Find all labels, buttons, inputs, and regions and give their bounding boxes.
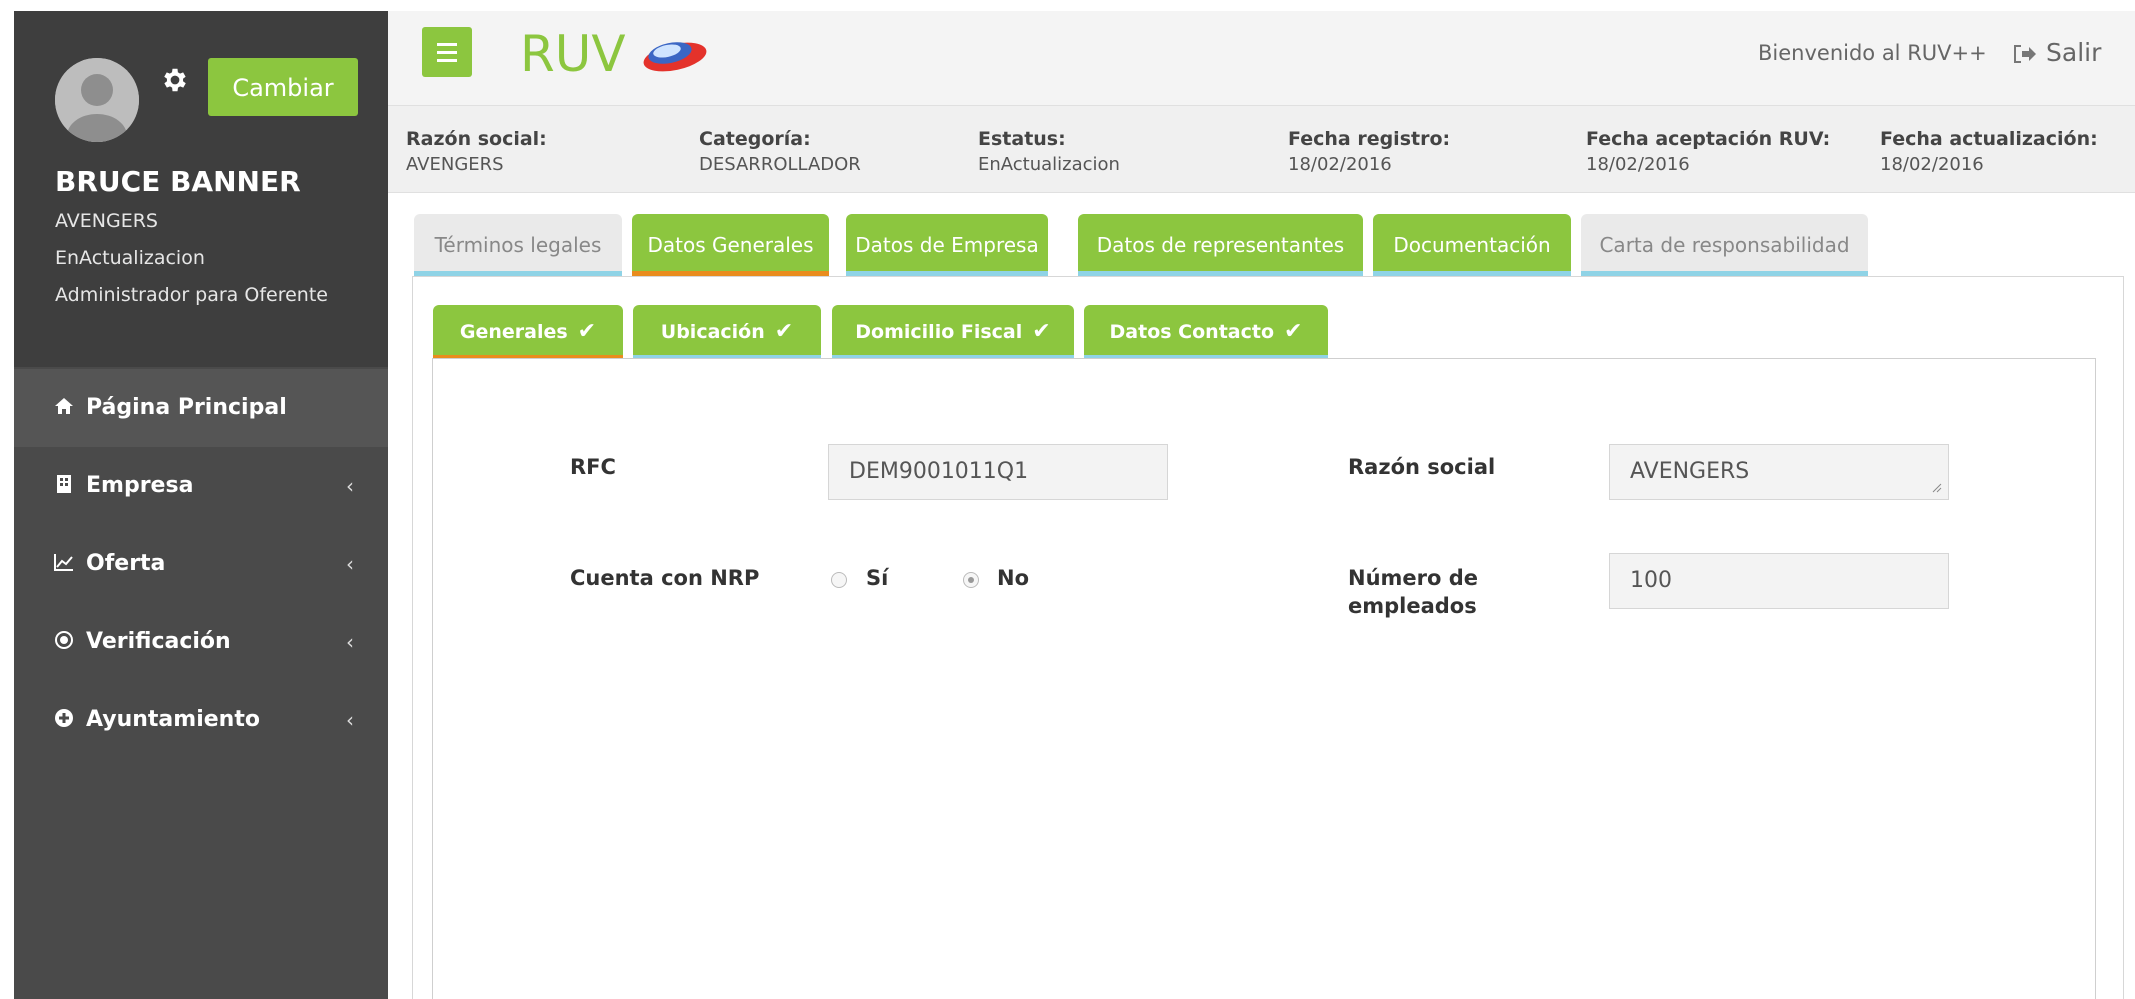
menu-toggle-button[interactable] <box>422 27 472 77</box>
nrp-yes-radio[interactable] <box>831 572 847 588</box>
info-razon-social: Razón social: AVENGERS <box>406 128 547 175</box>
rfc-label: RFC <box>570 455 616 479</box>
sidebar-item-label: Página Principal <box>86 395 287 420</box>
user-profile-panel: Cambiar BRUCE BANNER AVENGERS EnActualiz… <box>14 11 388 367</box>
change-button[interactable]: Cambiar <box>208 58 358 116</box>
nrp-yes-label: Sí <box>866 566 889 590</box>
razon-social-textarea[interactable]: AVENGERS <box>1609 444 1949 500</box>
logout-icon[interactable] <box>2012 43 2036 65</box>
check-icon: ✔ <box>1284 319 1303 344</box>
sidebar-item-label: Empresa <box>86 473 194 498</box>
subtab-generales[interactable]: Generales ✔ <box>433 305 623 359</box>
sidebar-item-label: Ayuntamiento <box>86 707 260 732</box>
rfc-input[interactable]: DEM9001011Q1 <box>828 444 1168 500</box>
check-icon: ✔ <box>577 319 597 344</box>
sidebar-item-empresa[interactable]: Empresa ‹ <box>14 447 388 525</box>
info-estatus: Estatus: EnActualizacion <box>978 128 1120 175</box>
info-categoria: Categoría: DESARROLLADOR <box>699 128 861 175</box>
nrp-no-label: No <box>997 566 1030 590</box>
sidebar-item-pagina-principal[interactable]: Página Principal <box>14 369 388 447</box>
building-icon <box>57 475 71 493</box>
user-name: BRUCE BANNER <box>55 165 301 198</box>
plus-circle-icon <box>55 709 73 727</box>
welcome-text: Bienvenido al RUV++ <box>1758 41 1987 65</box>
chevron-left-icon: ‹ <box>346 552 354 576</box>
tab-documentacion[interactable]: Documentación <box>1373 214 1571 276</box>
info-fecha-registro: Fecha registro: 18/02/2016 <box>1288 128 1451 175</box>
gear-icon[interactable] <box>160 65 190 95</box>
chart-line-icon <box>54 554 73 571</box>
numero-empleados-input[interactable]: 100 <box>1609 553 1949 609</box>
info-fecha-actualizacion: Fecha actualización: 18/02/2016 <box>1880 128 2098 175</box>
logout-link[interactable]: Salir <box>2046 38 2101 67</box>
top-header: RUV Bienvenido al RUV++ Salir <box>388 11 2135 105</box>
sidebar-item-verificacion[interactable]: Verificación ‹ <box>14 603 388 681</box>
chevron-left-icon: ‹ <box>346 708 354 732</box>
nrp-label: Cuenta con NRP <box>570 566 760 590</box>
check-icon: ✔ <box>774 319 794 344</box>
subtab-ubicacion[interactable]: Ubicación ✔ <box>633 305 821 359</box>
sidebar-item-label: Verificación <box>86 629 231 654</box>
avatar[interactable] <box>55 58 139 142</box>
chevron-left-icon: ‹ <box>346 630 354 654</box>
target-icon <box>55 631 73 649</box>
tab-terminos-legales[interactable]: Términos legales <box>414 214 622 276</box>
chevron-left-icon: ‹ <box>346 474 354 498</box>
home-icon <box>55 398 73 414</box>
top-strip <box>0 0 2135 11</box>
resize-handle-icon[interactable] <box>1932 483 1942 493</box>
check-icon: ✔ <box>1032 319 1051 344</box>
tab-datos-generales[interactable]: Datos Generales <box>632 214 829 276</box>
user-company: AVENGERS <box>55 210 158 232</box>
tab-datos-representantes[interactable]: Datos de representantes <box>1078 214 1363 276</box>
user-avatar-icon <box>55 58 139 142</box>
user-role: Administrador para Oferente <box>55 284 328 306</box>
sidebar-item-ayuntamiento[interactable]: Ayuntamiento ‹ <box>14 681 388 759</box>
hamburger-icon <box>437 43 457 46</box>
subtab-datos-contacto[interactable]: Datos Contacto ✔ <box>1084 305 1328 359</box>
tab-datos-empresa[interactable]: Datos de Empresa <box>846 214 1048 276</box>
sidebar: Cambiar BRUCE BANNER AVENGERS EnActualiz… <box>14 11 388 999</box>
razon-social-label: Razón social <box>1348 455 1496 479</box>
logo-text: RUV <box>520 25 626 83</box>
company-info-bar: Razón social: AVENGERS Categoría: DESARR… <box>388 105 2135 193</box>
ruv-logo: RUV <box>520 25 707 83</box>
sidebar-item-oferta[interactable]: Oferta ‹ <box>14 525 388 603</box>
numero-empleados-label: Número de empleados <box>1348 566 1479 618</box>
sidebar-item-label: Oferta <box>86 551 166 576</box>
nrp-no-radio[interactable] <box>963 572 979 588</box>
info-fecha-aceptacion: Fecha aceptación RUV: 18/02/2016 <box>1586 128 1831 175</box>
user-status: EnActualizacion <box>55 247 205 269</box>
tab-carta-responsabilidad[interactable]: Carta de responsabilidad <box>1581 214 1868 276</box>
subtab-domicilio-fiscal[interactable]: Domicilio Fiscal ✔ <box>832 305 1074 359</box>
